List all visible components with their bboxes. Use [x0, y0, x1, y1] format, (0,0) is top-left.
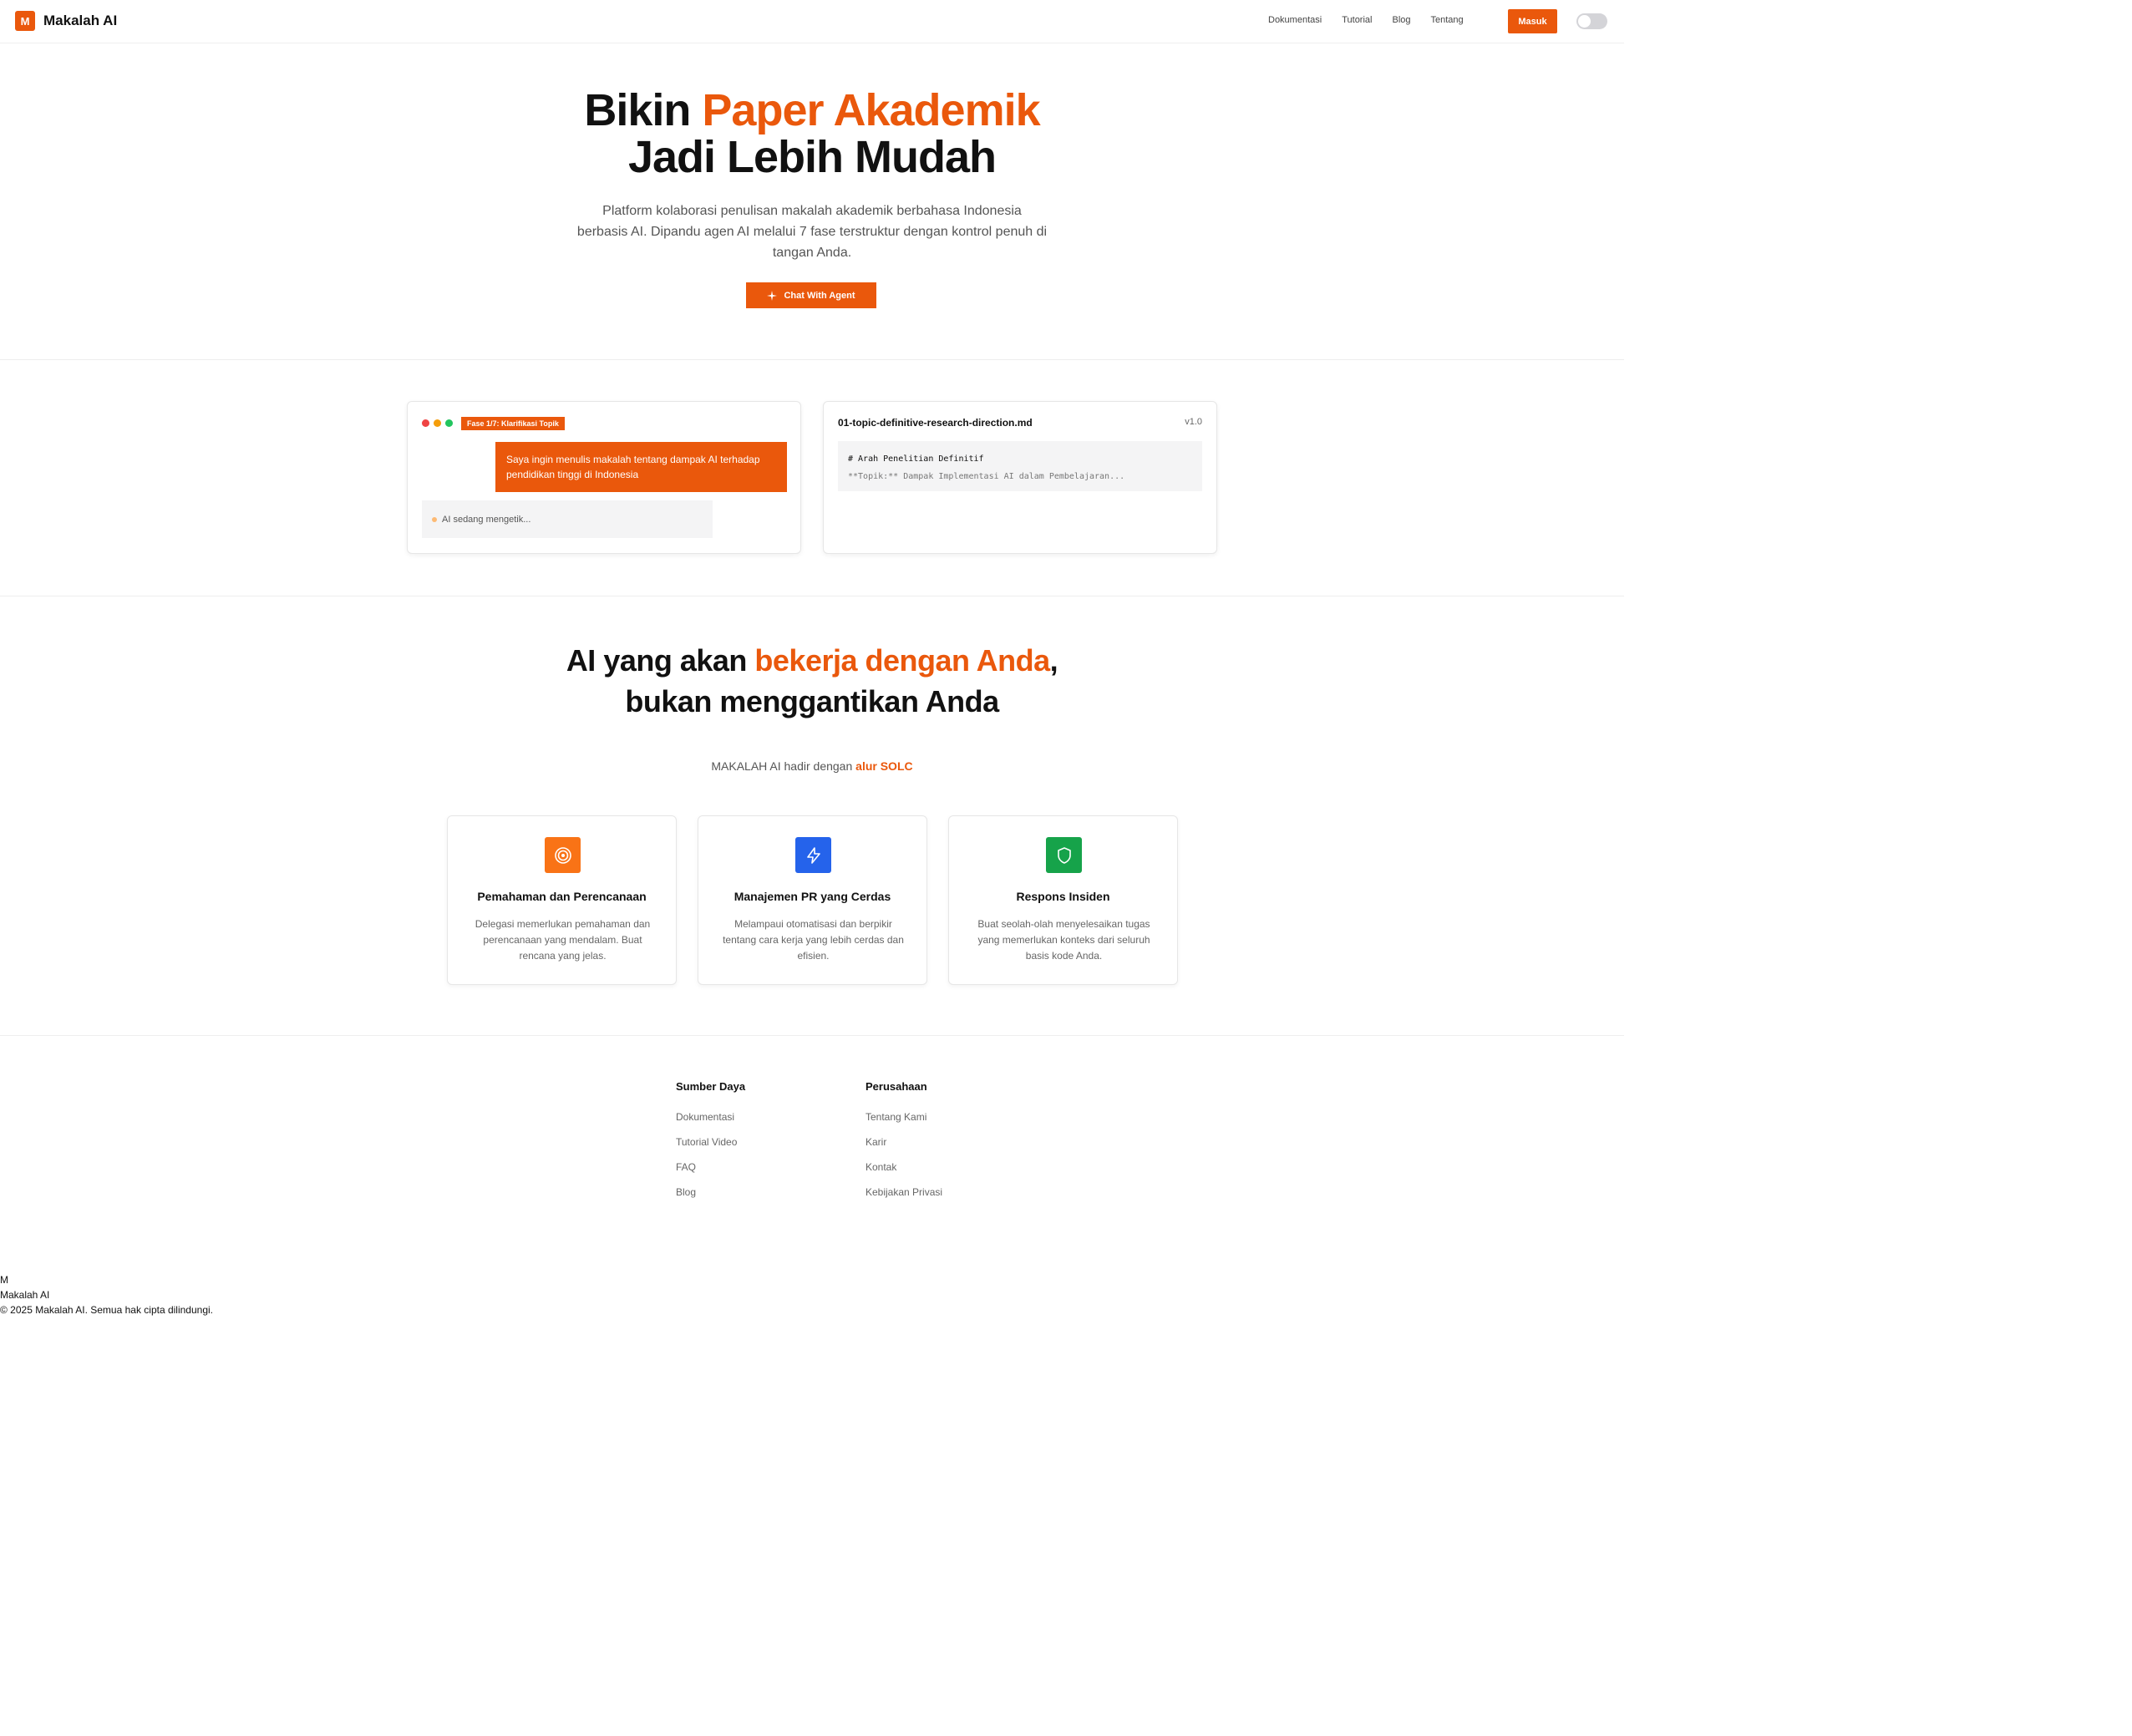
feature-card-incident-response: Respons Insiden Buat seolah-olah menyele…: [948, 815, 1178, 985]
footer-link-faq[interactable]: FAQ: [676, 1161, 696, 1173]
hero-title-line2: Jadi Lebih Mudah: [627, 132, 997, 182]
demo-file-card: 01-topic-definitive-research-direction.m…: [823, 401, 1217, 554]
sparkle-icon: [767, 290, 778, 301]
app-name: Makalah AI: [43, 13, 118, 28]
footer-logo-letter: M: [0, 1274, 8, 1286]
lightning-icon: [795, 837, 831, 873]
hero-title: Bikin Paper Akademik Jadi Lebih Mudah: [0, 87, 1624, 180]
nav-link-tentang[interactable]: Tentang: [1431, 15, 1464, 25]
code-line: # Arah Penelitian Definitif: [848, 454, 984, 464]
user-message-bubble: Saya ingin menulis makalah tentang dampa…: [495, 442, 787, 492]
login-button[interactable]: Masuk: [1508, 9, 1557, 33]
chat-with-agent-label: Chat With Agent: [784, 290, 855, 301]
section-title-part2: ,: [1049, 643, 1058, 678]
footer-column-title: Sumber Daya: [676, 1080, 746, 1093]
feature-description: Buat seolah-olah menyelesaikan tugas yan…: [977, 918, 1150, 962]
hero-title-highlight: Paper Akademik: [702, 85, 1040, 135]
footer-link-kontak[interactable]: Kontak: [865, 1161, 896, 1173]
footer-app-name: Makalah AI: [0, 1289, 50, 1301]
window-dots: [422, 419, 453, 427]
footer-link-tutorial-video[interactable]: Tutorial Video: [676, 1136, 737, 1148]
footer-link-kebijakan-privasi[interactable]: Kebijakan Privasi: [865, 1186, 942, 1198]
section-title-part1: AI yang akan: [566, 643, 755, 678]
nav-link-tutorial[interactable]: Tutorial: [1342, 15, 1372, 25]
section-subtitle-prefix: MAKALAH AI hadir dengan: [711, 759, 856, 773]
logo-mark: M: [15, 11, 35, 31]
code-preview: # Arah Penelitian Definitif **Topik:** D…: [838, 441, 1202, 491]
close-dot: [422, 419, 429, 427]
shield-icon: [1046, 837, 1082, 873]
nav-link-dokumentasi[interactable]: Dokumentasi: [1268, 15, 1322, 25]
feature-description: Delegasi memerlukan pemahaman dan perenc…: [475, 918, 651, 962]
feature-title: Respons Insiden: [1016, 890, 1110, 903]
file-name: 01-topic-definitive-research-direction.m…: [838, 417, 1033, 429]
footer-link-blog[interactable]: Blog: [676, 1186, 696, 1198]
feature-title: Manajemen PR yang Cerdas: [734, 890, 891, 903]
feature-card-pr-management: Manajemen PR yang Cerdas Melampaui otoma…: [698, 815, 927, 985]
footer-column-title: Perusahaan: [865, 1080, 927, 1093]
chat-with-agent-button[interactable]: Chat With Agent: [746, 282, 876, 308]
section-title: AI yang akan bekerja dengan Anda, bukan …: [0, 640, 1624, 722]
ai-status-text: AI sedang mengetik...: [442, 514, 531, 525]
demo-chat-card: Fase 1/7: Klarifikasi Topik Saya ingin m…: [407, 401, 801, 554]
top-navbar: M Makalah AI Dokumentasi Tutorial Blog T…: [0, 0, 1624, 43]
hero-title-part1: Bikin: [584, 85, 703, 135]
footer-copyright: © 2025 Makalah AI. Semua hak cipta dilin…: [0, 1304, 213, 1316]
theme-toggle[interactable]: [1576, 13, 1607, 29]
footer-link-dokumentasi[interactable]: Dokumentasi: [676, 1111, 734, 1123]
main-nav: Dokumentasi Tutorial Blog Tentang: [1268, 15, 1464, 25]
minimize-dot: [434, 419, 441, 427]
section-title-line2: bukan menggantikan Anda: [625, 684, 999, 718]
hero-description: Platform kolaborasi penulisan makalah ak…: [576, 204, 1048, 260]
toggle-knob: [1578, 15, 1591, 28]
logo[interactable]: M Makalah AI: [15, 11, 117, 31]
section-divider: [0, 1035, 1624, 1036]
section-subtitle-highlight: alur SOLC: [855, 759, 913, 773]
section-subtitle: MAKALAH AI hadir dengan alur SOLC: [0, 759, 1624, 773]
maximize-dot: [445, 419, 453, 427]
target-icon: [545, 837, 581, 873]
feature-title: Pemahaman dan Perencanaan: [477, 890, 647, 903]
section-divider: [0, 359, 1624, 360]
nav-link-blog[interactable]: Blog: [1392, 15, 1410, 25]
feature-card-planning: Pemahaman dan Perencanaan Delegasi memer…: [447, 815, 677, 985]
footer-link-tentang-kami[interactable]: Tentang Kami: [865, 1111, 926, 1123]
ai-typing-bubble: AI sedang mengetik...: [422, 500, 713, 538]
phase-badge: Fase 1/7: Klarifikasi Topik: [461, 417, 565, 430]
footer-link-karir[interactable]: Karir: [865, 1136, 886, 1148]
feature-description: Melampaui otomatisasi dan berpikir tenta…: [723, 918, 904, 962]
file-version: v1.0: [1185, 417, 1202, 427]
code-line: **Topik:** Dampak Implementasi AI dalam …: [848, 472, 1125, 481]
typing-indicator-icon: [432, 516, 437, 522]
section-title-highlight: bekerja dengan Anda: [754, 643, 1050, 678]
